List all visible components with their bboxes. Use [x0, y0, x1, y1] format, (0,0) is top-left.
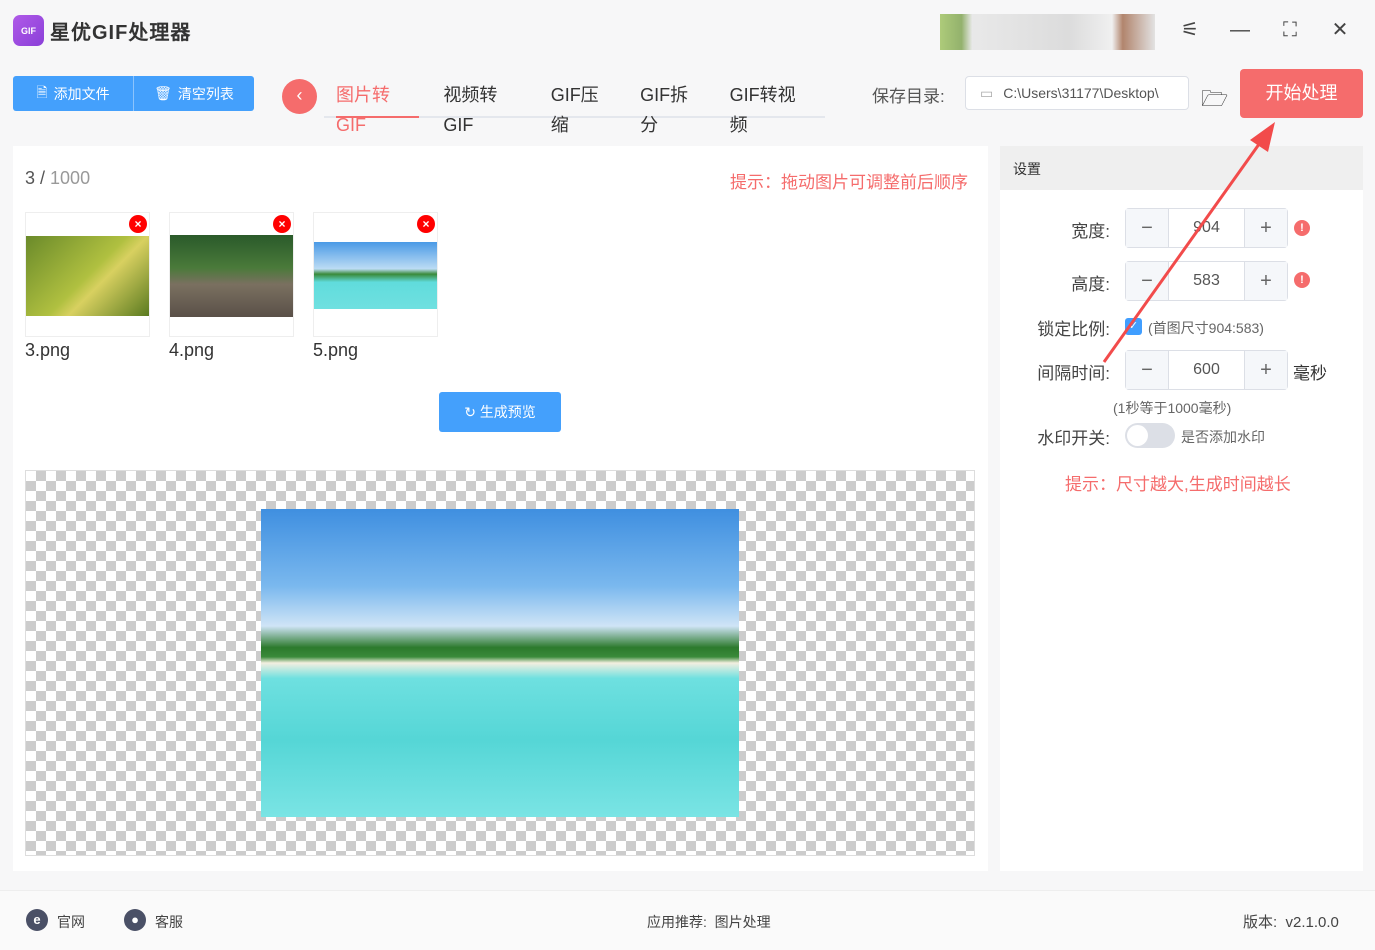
count-current: 3: [25, 168, 36, 188]
ie-icon[interactable]: e: [26, 909, 48, 931]
add-file-label: 添加文件: [53, 85, 110, 102]
drag-hint: 提示：拖动图片可调整前后顺序: [730, 173, 968, 192]
generate-preview-button[interactable]: ↻ 生成预览: [439, 392, 561, 432]
user-avatar[interactable]: [940, 14, 1155, 50]
increment-button[interactable]: +: [1245, 209, 1287, 247]
tab-image-to-gif[interactable]: 图片转GIF: [324, 80, 431, 135]
file-count: 3 / 1000: [25, 168, 91, 188]
open-folder-icon[interactable]: 🗁: [1201, 82, 1228, 120]
increment-button[interactable]: +: [1245, 262, 1287, 300]
settings-icon[interactable]: ⚟: [1176, 16, 1204, 44]
file-thumbnail[interactable]: ×: [25, 212, 150, 337]
clear-list-button[interactable]: 🗑 清空列表: [134, 76, 254, 111]
decrement-button[interactable]: −: [1126, 209, 1168, 247]
increment-button[interactable]: +: [1245, 351, 1287, 389]
interval-input[interactable]: 600: [1168, 351, 1245, 389]
interval-stepper: −600 +: [1125, 350, 1288, 390]
save-path-input[interactable]: ▭ C:\Users\31177\Desktop\: [965, 76, 1189, 110]
file-thumbnail[interactable]: ×: [313, 212, 438, 337]
website-link[interactable]: 官网: [57, 912, 85, 932]
tab-gif-compress[interactable]: GIF压缩: [539, 80, 628, 135]
lock-ratio-checkbox[interactable]: ✓: [1125, 318, 1142, 335]
height-stepper: −583 +: [1125, 261, 1288, 301]
version-text: 版本: v2.1.0.0: [1243, 914, 1339, 931]
file-name: 5.png: [313, 340, 359, 360]
clear-list-label: 清空列表: [177, 85, 234, 102]
file-icon: 🗎: [36, 83, 48, 100]
lock-ratio-note: (首图尺寸904:583): [1148, 320, 1264, 336]
height-label: 高度:: [1071, 275, 1110, 294]
watermark-note: 是否添加水印: [1181, 429, 1265, 445]
tab-gif-split[interactable]: GIF拆分: [628, 80, 717, 135]
height-input[interactable]: 583: [1168, 262, 1245, 300]
count-max: 1000: [50, 168, 91, 188]
chat-icon[interactable]: ●: [124, 909, 146, 931]
watermark-label: 水印开关:: [1037, 429, 1110, 448]
settings-title: 设置: [1000, 146, 1363, 190]
file-buttons: 🗎 添加文件 🗑 清空列表: [13, 76, 254, 111]
interval-note: (1秒等于1000毫秒): [1113, 400, 1232, 416]
tab-gif-to-video[interactable]: GIF转视频: [718, 80, 825, 135]
trash-icon: 🗑: [154, 85, 172, 101]
decrement-button[interactable]: −: [1126, 262, 1168, 300]
width-label: 宽度:: [1071, 222, 1110, 241]
preview-label: 生成预览: [479, 404, 536, 420]
file-name: 4.png: [169, 340, 215, 360]
back-button[interactable]: ‹: [282, 79, 317, 114]
tab-video-to-gif[interactable]: 视频转GIF: [431, 80, 538, 135]
warning-icon: !: [1294, 220, 1310, 236]
decrement-button[interactable]: −: [1126, 351, 1168, 389]
size-hint: 提示：尺寸越大,生成时间越长: [1065, 475, 1291, 494]
app-logo: GIF: [13, 15, 44, 46]
folder-small-icon: ▭: [980, 84, 994, 101]
watermark-toggle[interactable]: [1125, 423, 1175, 448]
tab-bar: 图片转GIF 视频转GIF GIF压缩 GIF拆分 GIF转视频: [324, 80, 825, 135]
settings-panel: [1000, 146, 1363, 871]
app-recommend[interactable]: 应用推荐: 图片处理: [647, 912, 771, 932]
close-icon[interactable]: ✕: [1326, 16, 1354, 44]
file-name: 3.png: [25, 340, 71, 360]
maximize-icon[interactable]: ⛶: [1276, 16, 1304, 44]
refresh-icon: ↻: [464, 404, 480, 420]
app-title: 星优GIF处理器: [50, 22, 192, 44]
save-dir-label: 保存目录:: [872, 87, 945, 106]
minimize-icon[interactable]: —: [1226, 16, 1254, 44]
warning-icon: !: [1294, 272, 1310, 288]
interval-label: 间隔时间:: [1037, 364, 1110, 383]
delete-icon[interactable]: ×: [273, 215, 291, 233]
support-link[interactable]: 客服: [155, 912, 183, 932]
interval-unit: 毫秒: [1293, 364, 1327, 383]
file-thumbnail[interactable]: ×: [169, 212, 294, 337]
save-path-value: C:\Users\31177\Desktop\: [1003, 85, 1159, 101]
add-file-button[interactable]: 🗎 添加文件: [13, 76, 134, 111]
delete-icon[interactable]: ×: [129, 215, 147, 233]
preview-image: [261, 509, 739, 817]
start-button[interactable]: 开始处理: [1240, 69, 1363, 118]
delete-icon[interactable]: ×: [417, 215, 435, 233]
width-input[interactable]: 904: [1168, 209, 1245, 247]
lock-ratio-label: 锁定比例:: [1037, 320, 1110, 339]
width-stepper: −904 +: [1125, 208, 1288, 248]
